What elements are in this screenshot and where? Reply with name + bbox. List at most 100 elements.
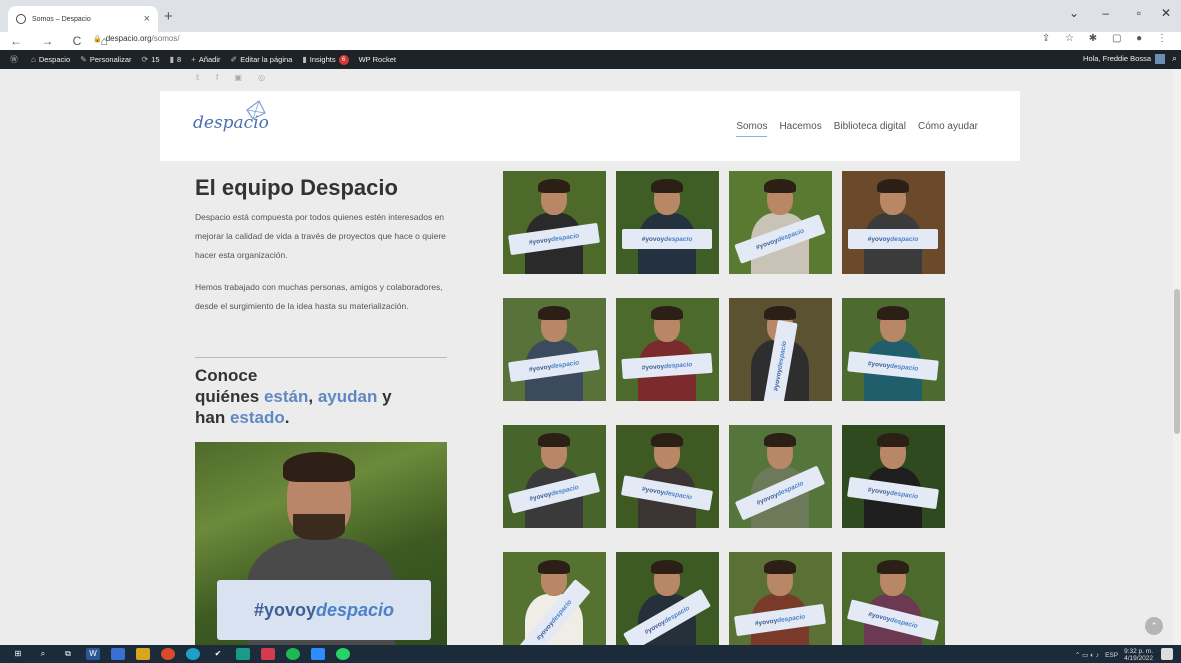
spotify-icon[interactable] xyxy=(286,648,300,660)
app-icon[interactable] xyxy=(261,648,275,660)
social-icons[interactable]: 𝕥 f ▣ ◎ xyxy=(196,73,272,82)
scrollbar[interactable] xyxy=(1173,69,1181,645)
browser-tab[interactable]: Somos – Despacio × xyxy=(8,6,158,32)
system-tray[interactable]: ⌃ ▭ ◐ ♪ ESP 9:32 p. m. 4/19/2022 xyxy=(1075,648,1153,662)
wp-logo-icon[interactable]: Ⓦ xyxy=(10,54,21,65)
tab-search-icon[interactable]: ⌄ xyxy=(1069,6,1079,20)
browser-toolbar-icons[interactable]: ⇪ ☆ ✱ ▢ ● ⋮ xyxy=(1042,33,1173,44)
plus-icon: + xyxy=(191,55,196,64)
clock[interactable]: 9:32 p. m. 4/19/2022 xyxy=(1124,648,1153,662)
app-icon[interactable] xyxy=(311,648,325,660)
site-logo[interactable]: despacio xyxy=(193,100,269,133)
bar-chart-icon: ▮ xyxy=(302,55,307,64)
intro-paragraph: Despacio está compuesta por todos quiene… xyxy=(195,212,446,260)
lock-icon: 🔒 xyxy=(93,36,102,43)
site-header: despacio Somos Hacemos Biblioteca digita… xyxy=(160,91,1020,161)
minimize-button[interactable]: – xyxy=(1102,6,1109,20)
feature-sign: #yovoy despacio xyxy=(217,580,431,640)
kite-icon xyxy=(246,100,266,120)
whatsapp-icon[interactable] xyxy=(336,648,350,660)
divider xyxy=(195,357,447,358)
globe-icon xyxy=(16,14,26,24)
admin-site-link[interactable]: ⌂ Despacio xyxy=(31,55,70,64)
team-member-photo[interactable]: #yovoy despacio xyxy=(503,425,606,528)
team-member-photo[interactable]: #yovoy despacio xyxy=(842,552,945,645)
app-check-icon[interactable]: ✔ xyxy=(211,648,225,660)
app-icon[interactable] xyxy=(111,648,125,660)
team-member-photo[interactable]: #yovoy despacio xyxy=(729,171,832,274)
address-bar: ← → C ⌂ 🔒 despacio.org/somos/ ⇪ ☆ ✱ ▢ ● ⋮ xyxy=(0,32,1181,50)
browser-tabstrip: Somos – Despacio × + ⌄ – ▫ ✕ xyxy=(0,0,1181,32)
team-member-photo[interactable]: #yovoy despacio xyxy=(616,171,719,274)
search-icon[interactable]: ⌕ xyxy=(1172,53,1177,64)
notification-icon[interactable] xyxy=(1161,648,1173,660)
home-icon: ⌂ xyxy=(31,55,36,64)
yovoy-sign: #yovoy despacio xyxy=(621,352,713,380)
team-photo-grid: #yovoy despacio #yovoy despacio #yovoy despac… xyxy=(503,171,945,645)
refresh-icon: ⟳ xyxy=(141,55,149,64)
admin-new-link[interactable]: + Añadir xyxy=(191,55,220,64)
menu-item-somos[interactable]: Somos xyxy=(736,121,768,137)
chrome-icon[interactable] xyxy=(161,648,175,660)
team-member-photo[interactable]: #yovoy despacio xyxy=(503,298,606,401)
scrollbar-thumb[interactable] xyxy=(1174,289,1180,434)
team-member-photo[interactable]: #yovoy despacio xyxy=(842,171,945,274)
menu-item-biblioteca[interactable]: Biblioteca digital xyxy=(834,121,906,137)
admin-edit-page-link[interactable]: ✐ Editar la página xyxy=(231,55,293,64)
team-member-photo[interactable]: #yovoy despacio xyxy=(616,552,719,645)
file-explorer-icon[interactable] xyxy=(136,648,150,660)
main-menu: Somos Hacemos Biblioteca digital Cómo ay… xyxy=(736,121,978,137)
team-member-photo[interactable]: #yovoy despacio xyxy=(616,298,719,401)
taskbar: ⊞ ⌕ ⧉ W ✔ ⌃ ▭ ◐ ♪ ESP 9:32 p. m. 4/19/202… xyxy=(0,645,1181,663)
admin-greeting[interactable]: Hola, Freddie Bossa xyxy=(1083,54,1151,63)
brush-icon: ✎ xyxy=(80,55,87,64)
yovoy-sign: #yovoy despacio xyxy=(622,229,712,249)
maximize-button[interactable]: ▫ xyxy=(1137,6,1141,20)
admin-insights-link[interactable]: ▮ Insights 6 xyxy=(302,54,349,65)
menu-item-como-ayudar[interactable]: Cómo ayudar xyxy=(918,121,978,137)
url-path: /somos/ xyxy=(151,34,180,43)
menu-item-hacemos[interactable]: Hacemos xyxy=(779,121,821,137)
word-icon[interactable]: W xyxy=(86,648,100,660)
scroll-to-top-button[interactable]: ⌃ xyxy=(1145,617,1163,635)
admin-customize-link[interactable]: ✎ Personalizar xyxy=(80,55,131,64)
admin-updates-link[interactable]: ⟳ 15 xyxy=(142,55,160,64)
insights-badge: 6 xyxy=(338,54,349,65)
main-content: El equipo Despacio Despacio está compues… xyxy=(160,161,1020,645)
wp-admin-bar: Ⓦ ⌂ Despacio ✎ Personalizar ⟳ 15 ▮ 8 + Añadir… xyxy=(0,50,1181,69)
page-title: El equipo Despacio xyxy=(195,175,398,200)
page-viewport: 𝕥 f ▣ ◎ despacio Somos Hacemos Bibliotec… xyxy=(0,69,1181,645)
yovoy-sign: #yovoy despacio xyxy=(848,229,938,249)
team-member-photo[interactable]: #yovoy despacio xyxy=(842,298,945,401)
tray-icons[interactable]: ⌃ ▭ ◐ ♪ xyxy=(1075,651,1099,659)
url-field[interactable]: 🔒 despacio.org/somos/ xyxy=(93,34,180,43)
team-member-photo[interactable]: #yovoy despacio xyxy=(503,552,606,645)
tab-close-button[interactable]: × xyxy=(144,13,150,25)
second-paragraph: Hemos trabajado con muchas personas, ami… xyxy=(195,282,443,311)
comment-icon: ▮ xyxy=(169,55,174,64)
app-icon[interactable] xyxy=(236,648,250,660)
team-member-photo[interactable]: #yovoy despacio xyxy=(729,298,832,401)
team-member-photo[interactable]: #yovoy despacio xyxy=(503,171,606,274)
new-tab-button[interactable]: + xyxy=(164,8,173,25)
team-member-photo[interactable]: #yovoy despacio xyxy=(842,425,945,528)
team-member-photo[interactable]: #yovoy despacio xyxy=(616,425,719,528)
link-estan[interactable]: están xyxy=(264,387,308,406)
tab-title: Somos – Despacio xyxy=(32,15,91,23)
team-member-photo[interactable]: #yovoy despacio xyxy=(729,425,832,528)
task-view-icon[interactable]: ⧉ xyxy=(61,648,75,660)
windows-start-icon[interactable]: ⊞ xyxy=(11,648,25,660)
language-indicator[interactable]: ESP xyxy=(1105,652,1118,659)
conoce-heading: Conoce quiénes están, ayudan y han estad… xyxy=(195,366,392,427)
link-estado[interactable]: estado xyxy=(230,408,285,427)
close-window-button[interactable]: ✕ xyxy=(1161,6,1171,20)
search-icon[interactable]: ⌕ xyxy=(36,648,50,660)
url-domain: despacio.org xyxy=(105,34,152,43)
avatar[interactable] xyxy=(1155,54,1165,64)
team-member-photo[interactable]: #yovoy despacio xyxy=(729,552,832,645)
admin-wprocket-link[interactable]: WP Rocket xyxy=(359,55,396,64)
admin-comments-link[interactable]: ▮ 8 xyxy=(170,55,182,64)
link-ayudan[interactable]: ayudan xyxy=(318,387,378,406)
edge-icon[interactable] xyxy=(186,648,200,660)
pencil-icon: ✐ xyxy=(230,55,238,64)
